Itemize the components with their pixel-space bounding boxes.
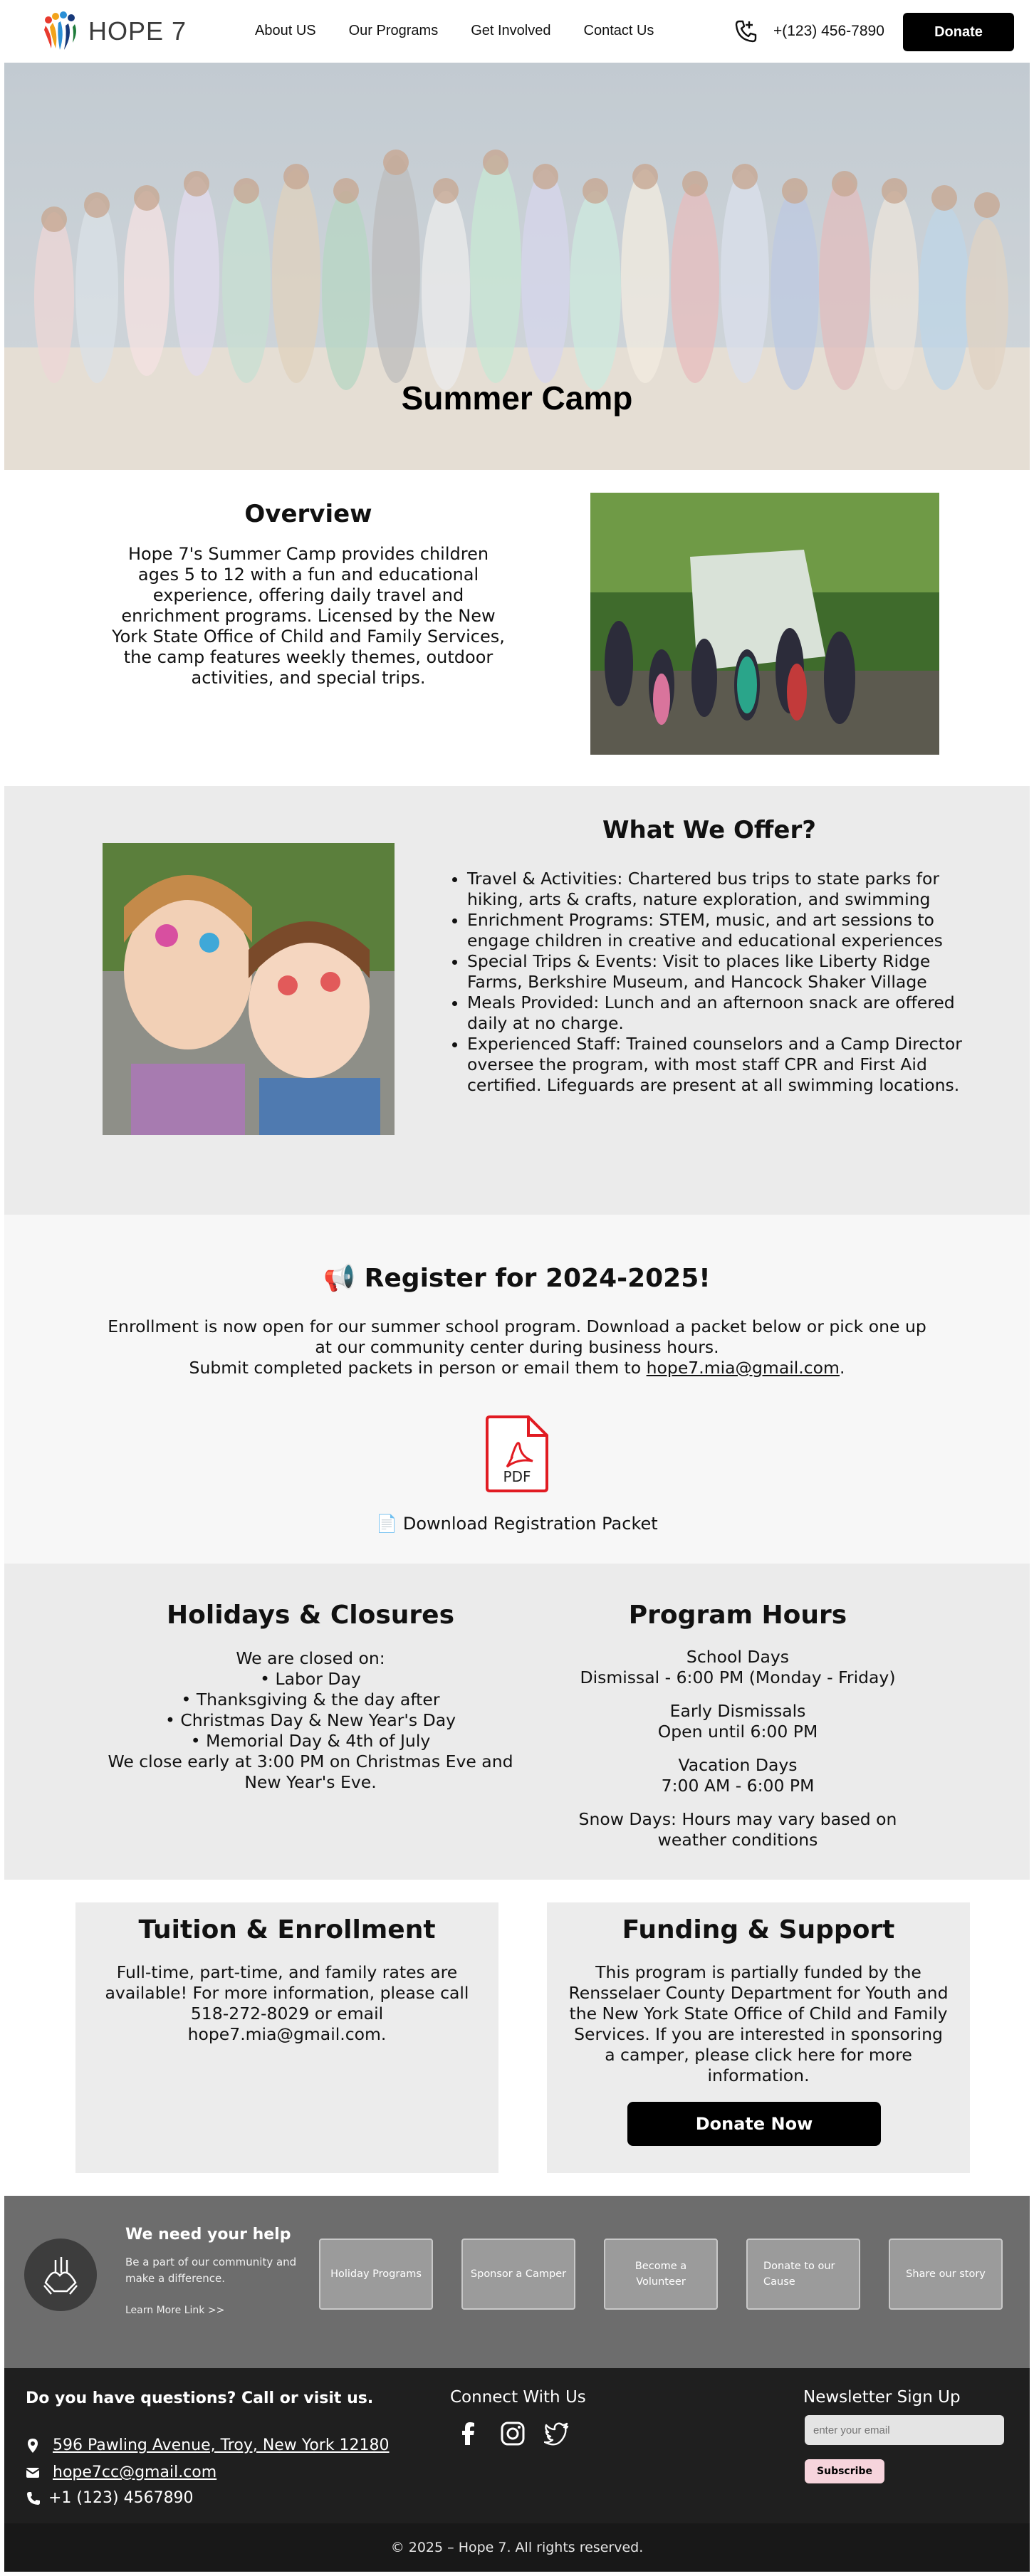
snow-days-note: Snow Days: Hours may vary based on weath… — [578, 1809, 897, 1850]
register-title-text: Register for 2024-2025! — [364, 1264, 711, 1293]
footer-question: Do you have questions? Call or visit us. — [26, 2389, 374, 2407]
footer-address-row: 596 Pawling Avenue, Troy, New York 12180 — [26, 2436, 390, 2454]
learn-more-link[interactable]: Learn More Link >> — [125, 2305, 224, 2316]
holiday-item: Memorial Day & 4th of July — [97, 1731, 524, 1752]
phone-call-icon — [735, 20, 757, 43]
main-nav: About US Our Programs Get Involved Conta… — [255, 23, 654, 39]
newsletter-email-input[interactable] — [805, 2415, 1004, 2445]
mail-icon — [26, 2467, 40, 2478]
megaphone-icon: 📢 — [323, 1264, 356, 1293]
holidays-list: Labor Day Thanksgiving & the day after C… — [97, 1669, 524, 1752]
hero-title: Summer Camp — [401, 379, 633, 417]
school-days-block: School Days Dismissal - 6:00 PM (Monday … — [545, 1647, 930, 1688]
holiday-programs-button[interactable]: Holiday Programs — [319, 2239, 433, 2310]
help-subtitle: Be a part of our community and make a di… — [125, 2256, 297, 2285]
early-dismissals-label: Early Dismissals — [669, 1701, 806, 1721]
early-dismissals-block: Early Dismissals Open until 6:00 PM — [545, 1701, 930, 1742]
logo-text: HOPE 7 — [88, 16, 187, 46]
logo-mark-icon — [44, 11, 76, 50]
offer-photo — [103, 843, 395, 1135]
become-volunteer-button[interactable]: Become a Volunteer — [604, 2239, 718, 2310]
download-packet-link[interactable]: 📄 Download Registration Packet — [4, 1514, 1030, 1534]
vacation-days-label: Vacation Days — [678, 1755, 798, 1775]
copyright: © 2025 – Hope 7. All rights reserved. — [4, 2523, 1030, 2572]
facebook-icon[interactable] — [456, 2421, 481, 2446]
newsletter-title: Newsletter Sign Up — [803, 2388, 961, 2407]
location-pin-icon — [28, 2438, 38, 2453]
share-story-button[interactable]: Share our story — [889, 2239, 1003, 2310]
funding-title: Funding & Support — [622, 1915, 895, 1944]
donate-now-button[interactable]: Donate Now — [627, 2102, 881, 2146]
donate-cause-button[interactable]: Donate to our Cause — [746, 2239, 860, 2310]
offer-item: Enrichment Programs: STEM, music, and ar… — [467, 910, 987, 951]
register-line-2: Submit completed packets in person or em… — [104, 1358, 930, 1378]
helping-hands-icon — [24, 2239, 97, 2311]
funding-text: This program is partially funded by the … — [568, 1962, 949, 2085]
subscribe-button[interactable]: Subscribe — [805, 2459, 884, 2483]
phone-icon — [27, 2491, 40, 2505]
register-line-2-prefix: Submit completed packets in person or em… — [189, 1358, 647, 1378]
tuition-text: Full-time, part-time, and family rates a… — [105, 1962, 469, 2044]
twitter-icon[interactable] — [544, 2421, 570, 2446]
nav-contact[interactable]: Contact Us — [584, 23, 654, 39]
nav-get-involved[interactable]: Get Involved — [471, 23, 550, 39]
hours-title: Program Hours — [628, 1601, 847, 1630]
help-title: We need your help — [125, 2226, 291, 2243]
footer-address[interactable]: 596 Pawling Avenue, Troy, New York 12180 — [53, 2436, 390, 2454]
holiday-item: Thanksgiving & the day after — [97, 1690, 524, 1710]
register-title: 📢 Register for 2024-2025! — [4, 1263, 1030, 1293]
holidays-text: We are closed on: Labor Day Thanksgiving… — [97, 1648, 524, 1793]
holidays-note: We close early at 3:00 PM on Christmas E… — [108, 1752, 513, 1792]
vacation-days-block: Vacation Days 7:00 AM - 6:00 PM — [545, 1755, 930, 1796]
offer-item: Experienced Staff: Trained counselors an… — [467, 1034, 987, 1096]
register-line-2-suffix: . — [839, 1358, 845, 1378]
tuition-card: Tuition & Enrollment Full-time, part-tim… — [75, 1902, 498, 2173]
school-days-label: School Days — [686, 1647, 790, 1667]
sponsor-camper-button[interactable]: Sponsor a Camper — [461, 2239, 575, 2310]
holiday-item: Labor Day — [97, 1669, 524, 1690]
early-dismissals-value: Open until 6:00 PM — [657, 1722, 818, 1742]
tuition-title: Tuition & Enrollment — [138, 1915, 436, 1944]
donate-button[interactable]: Donate — [903, 13, 1014, 51]
footer-phone[interactable]: +1 (123) 4567890 — [48, 2489, 194, 2507]
pdf-file-icon[interactable]: PDF — [483, 1414, 551, 1494]
funding-card: Funding & Support This program is partia… — [547, 1902, 970, 2173]
offer-item: Travel & Activities: Chartered bus trips… — [467, 869, 987, 910]
offer-item: Meals Provided: Lunch and an afternoon s… — [467, 993, 987, 1034]
register-text: Enrollment is now open for our summer sc… — [104, 1316, 930, 1378]
logo[interactable]: HOPE 7 — [41, 10, 187, 53]
vacation-days-value: 7:00 AM - 6:00 PM — [661, 1776, 815, 1796]
holidays-title: Holidays & Closures — [167, 1601, 454, 1630]
register-line-1: Enrollment is now open for our summer sc… — [108, 1316, 926, 1357]
footer-email[interactable]: hope7cc@gmail.com — [53, 2464, 216, 2481]
offer-title: What We Offer? — [602, 816, 816, 844]
school-days-value: Dismissal - 6:00 PM (Monday - Friday) — [580, 1667, 896, 1687]
holiday-item: Christmas Day & New Year's Day — [97, 1710, 524, 1731]
overview-text: Hope 7's Summer Camp provides children a… — [112, 544, 505, 688]
nav-programs[interactable]: Our Programs — [349, 23, 439, 39]
register-email-link[interactable]: hope7.mia@gmail.com — [647, 1358, 840, 1378]
overview-title: Overview — [244, 500, 372, 528]
document-icon: 📄 — [376, 1514, 398, 1534]
header-phone[interactable]: +(123) 456-7890 — [773, 23, 884, 40]
page: HOPE 7 About US Our Programs Get Involve… — [4, 0, 1030, 2576]
footer-email-row: hope7cc@gmail.com — [26, 2464, 216, 2481]
nav-about[interactable]: About US — [255, 23, 316, 39]
offer-list: Travel & Activities: Chartered bus trips… — [446, 869, 987, 1096]
overview-photo — [590, 493, 939, 755]
connect-title: Connect With Us — [450, 2388, 586, 2407]
footer-phone-row: +1 (123) 4567890 — [26, 2489, 194, 2507]
download-packet-label: Download Registration Packet — [402, 1514, 658, 1534]
instagram-icon[interactable] — [500, 2421, 526, 2446]
holidays-intro: We are closed on: — [236, 1648, 385, 1668]
pdf-label: PDF — [503, 1468, 531, 1485]
offer-item: Special Trips & Events: Visit to places … — [467, 951, 987, 993]
